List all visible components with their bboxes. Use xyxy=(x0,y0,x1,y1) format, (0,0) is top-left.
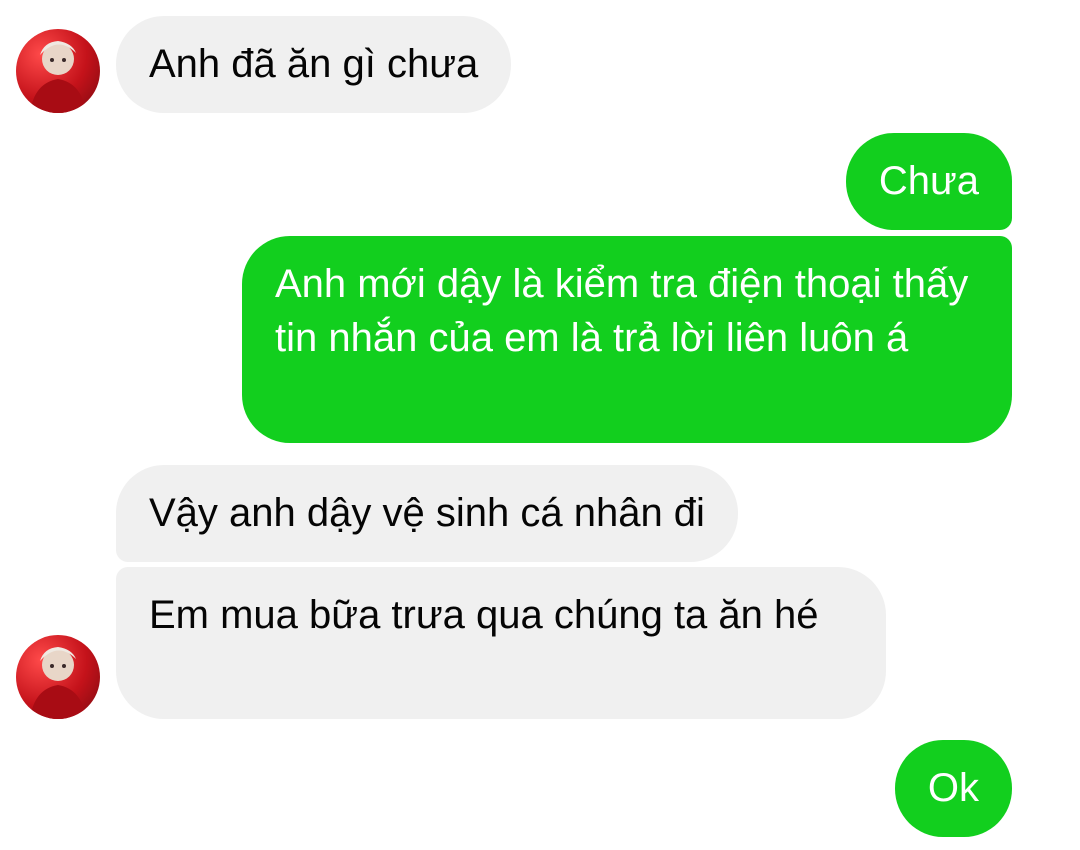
outgoing-message[interactable]: Ok xyxy=(894,740,1012,837)
incoming-message[interactable]: Vậy anh dậy vệ sinh cá nhân đi xyxy=(116,465,738,562)
incoming-message[interactable]: Em mua bữa trưa qua chúng ta ăn hé xyxy=(116,567,886,719)
incoming-message[interactable]: Anh đã ăn gì chưa xyxy=(116,16,512,113)
avatar-photo-icon xyxy=(30,41,86,113)
outgoing-message[interactable]: Chưa xyxy=(845,133,1012,230)
contact-avatar[interactable] xyxy=(16,29,100,113)
avatar-photo-icon xyxy=(30,647,86,719)
contact-avatar[interactable] xyxy=(16,635,100,719)
outgoing-message[interactable]: Anh mới dậy là kiểm tra điện thoại thấy … xyxy=(242,236,1012,443)
